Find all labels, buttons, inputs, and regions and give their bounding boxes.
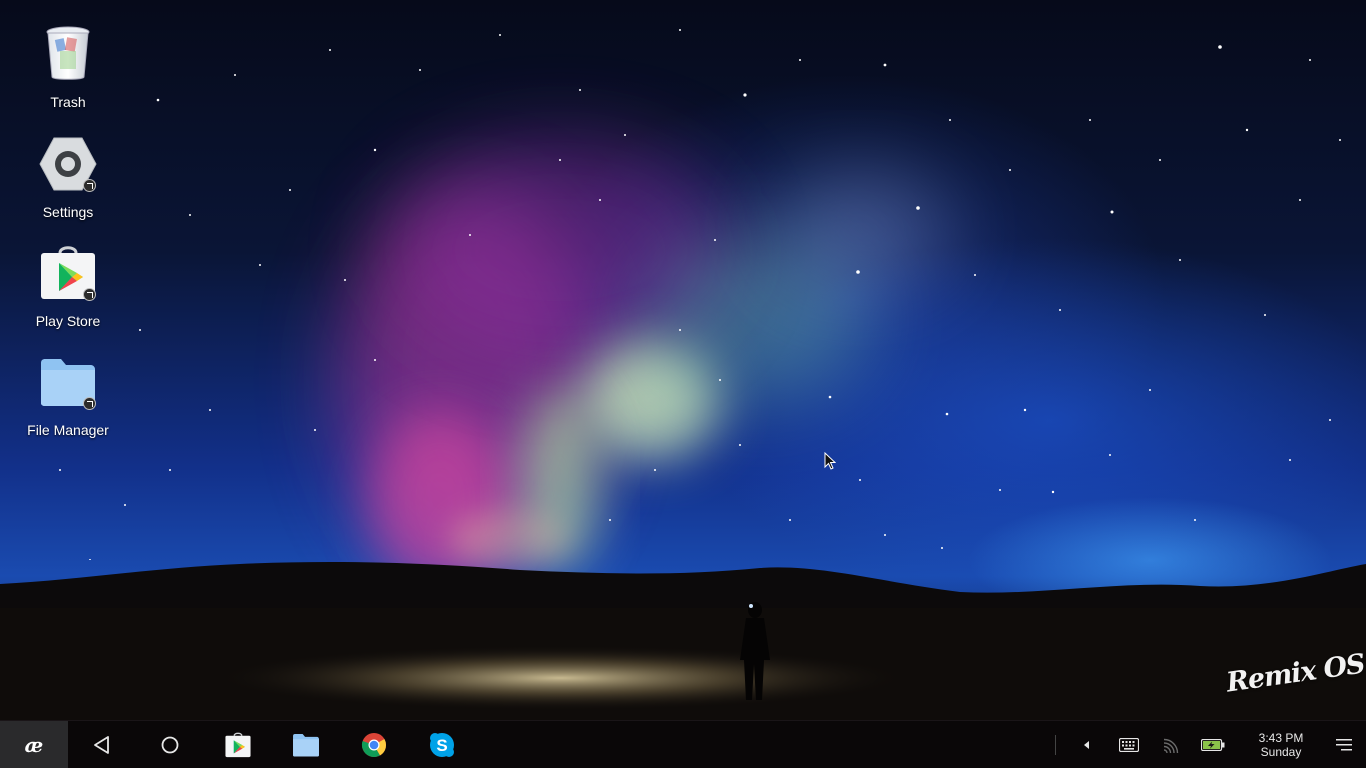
tray-divider	[1055, 735, 1056, 755]
keyboard-icon	[1119, 738, 1139, 752]
desktop-icon-label: File Manager	[27, 422, 109, 438]
skype-icon: S	[430, 732, 454, 757]
chrome-icon	[361, 732, 386, 757]
shortcut-arrow-icon	[83, 288, 96, 301]
taskbar-app-file-manager[interactable]	[272, 721, 340, 768]
file-manager-icon	[38, 352, 98, 412]
taskbar-clock[interactable]: 3:43 PM Sunday	[1246, 731, 1316, 759]
file-manager-icon	[293, 733, 319, 757]
desktop-icon-file-manager[interactable]: File Manager	[13, 352, 123, 438]
home-button[interactable]	[136, 721, 204, 768]
svg-text:S: S	[436, 736, 447, 755]
shortcut-arrow-icon	[83, 397, 96, 410]
cast-button[interactable]	[1150, 721, 1192, 768]
desktop-icon-label: Play Store	[35, 313, 101, 329]
taskbar-app-skype[interactable]: S	[408, 721, 476, 768]
play-store-icon	[38, 243, 98, 303]
tray-expand-button[interactable]	[1066, 721, 1108, 768]
back-icon	[94, 735, 109, 754]
settings-icon	[38, 134, 98, 194]
back-button[interactable]	[68, 721, 136, 768]
battery-status[interactable]	[1192, 721, 1234, 768]
mouse-cursor-icon	[824, 452, 836, 470]
shortcut-arrow-icon	[83, 179, 96, 192]
keyboard-button[interactable]	[1108, 721, 1150, 768]
stars-graphic	[59, 29, 1341, 560]
notifications-menu-icon	[1336, 739, 1352, 751]
clock-time: 3:43 PM	[1258, 731, 1304, 745]
system-tray: 3:43 PM Sunday	[1055, 721, 1366, 768]
play-store-icon	[225, 732, 251, 757]
desktop-icon-label: Trash	[50, 94, 86, 110]
taskbar-app-play-store[interactable]	[204, 721, 272, 768]
trash-icon	[38, 24, 98, 84]
landscape-graphic	[0, 562, 1366, 720]
taskbar-app-chrome[interactable]	[340, 721, 408, 768]
tray-expand-icon	[1084, 741, 1089, 749]
battery-charging-icon	[1201, 739, 1225, 751]
cast-icon	[1163, 738, 1179, 753]
desktop-icon-settings[interactable]: Settings	[13, 134, 123, 220]
home-icon	[161, 736, 179, 753]
notifications-button[interactable]	[1326, 721, 1362, 768]
start-button[interactable]: æ	[0, 720, 68, 768]
taskbar: æ S 3:43 PM Sunday	[0, 720, 1366, 768]
remix-start-icon: æ	[24, 732, 44, 757]
desktop-wallpaper	[0, 0, 1366, 720]
clock-day: Sunday	[1260, 745, 1302, 759]
desktop-icon-trash[interactable]: Trash	[13, 24, 123, 110]
desktop-icon-play-store[interactable]: Play Store	[13, 243, 123, 329]
desktop-icon-label: Settings	[42, 204, 94, 220]
